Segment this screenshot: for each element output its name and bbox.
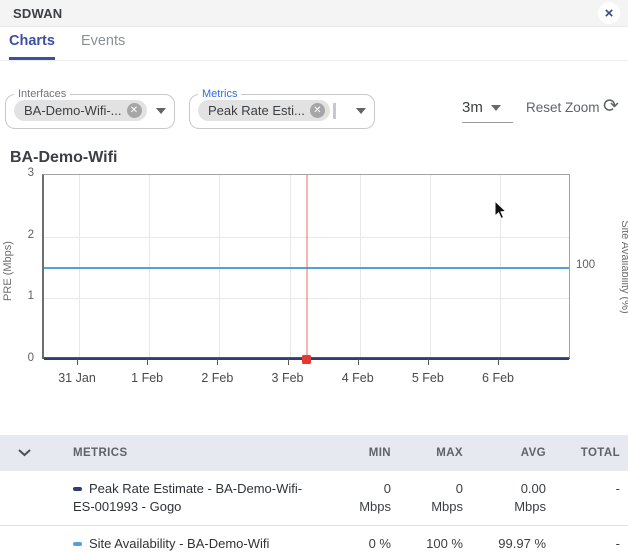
- chart-region: PRE (Mbps) 0123 31 Jan1 Feb2 Feb3 Feb4 F…: [0, 169, 628, 394]
- table-body: Peak Rate Estimate - BA-Demo-Wifi-ES-001…: [0, 471, 628, 552]
- chip-remove-icon[interactable]: ✕: [310, 103, 325, 118]
- right-axis-ticks: 100: [574, 174, 604, 359]
- chip-remove-icon[interactable]: ✕: [127, 103, 142, 118]
- table-header-row: METRICS MIN MAX AVG TOTAL: [0, 435, 628, 471]
- reset-zoom-button[interactable]: Reset Zoom: [526, 100, 600, 115]
- min-value: 0 Mbps: [329, 471, 399, 525]
- metric-name: Peak Rate Estimate - BA-Demo-Wifi-ES-001…: [73, 481, 302, 514]
- tab-bar: Charts Events: [0, 27, 628, 61]
- x-axis-tick-label: 5 Feb: [398, 371, 458, 385]
- x-tickmark: [498, 359, 499, 365]
- avg-value: 99.97 %: [471, 526, 554, 552]
- metrics-label: Metrics: [198, 91, 241, 97]
- close-icon[interactable]: ×: [598, 2, 620, 24]
- col-header-min: MIN: [329, 447, 399, 459]
- time-range-select[interactable]: 3m: [462, 99, 513, 123]
- right-axis-label: Site Availability (%): [619, 212, 628, 322]
- x-tickmark: [428, 359, 429, 365]
- left-axis-tick-label: 1: [28, 290, 34, 302]
- filter-toolbar: Interfaces BA-Demo-Wifi-... ✕ Metrics Pe…: [0, 91, 628, 137]
- window-title: SDWAN: [13, 6, 62, 21]
- metric-name-cell: Site Availability - BA-Demo-Wifi: [48, 526, 329, 552]
- col-header-metrics: METRICS: [48, 447, 329, 459]
- total-value: -: [554, 471, 628, 507]
- tab-events[interactable]: Events: [81, 33, 125, 60]
- x-axis-labels: 31 Jan 1 Feb 2 Feb 3 Feb 4 Feb 5 Feb 6 Feb: [42, 371, 570, 387]
- x-axis-tick-label: 6 Feb: [468, 371, 528, 385]
- metrics-table: METRICS MIN MAX AVG TOTAL Peak Rate Esti…: [0, 435, 628, 552]
- col-header-total: TOTAL: [554, 447, 628, 459]
- series-legend-marker: [73, 542, 82, 546]
- refresh-icon[interactable]: ⟳: [599, 95, 623, 119]
- metrics-select[interactable]: Metrics Peak Rate Esti... ✕: [189, 91, 375, 129]
- right-axis-tick-label: 100: [576, 259, 595, 271]
- mouse-cursor: [494, 201, 508, 221]
- interfaces-label: Interfaces: [14, 91, 70, 97]
- metric-name: Site Availability - BA-Demo-Wifi: [89, 536, 269, 551]
- max-value: 0 Mbps: [399, 471, 471, 525]
- time-range-value: 3m: [462, 99, 483, 116]
- x-axis-tick-label: 4 Feb: [328, 371, 388, 385]
- chevron-down-icon: [491, 105, 501, 111]
- col-header-avg: AVG: [471, 447, 554, 459]
- selection-crosshair: [306, 175, 308, 357]
- interfaces-chip[interactable]: BA-Demo-Wifi-... ✕: [14, 100, 147, 121]
- x-tickmark: [147, 359, 148, 365]
- x-tickmark: [288, 359, 289, 365]
- x-axis-tick-label: 1 Feb: [117, 371, 177, 385]
- interfaces-select[interactable]: Interfaces BA-Demo-Wifi-... ✕: [5, 91, 175, 129]
- x-axis-tick-label: 31 Jan: [47, 371, 107, 385]
- left-axis-tick-label: 0: [28, 352, 34, 364]
- metrics-chip-label: Peak Rate Esti...: [208, 103, 305, 118]
- series-legend-marker: [73, 487, 82, 491]
- x-axis-tick-label: 3 Feb: [258, 371, 318, 385]
- metrics-chip[interactable]: Peak Rate Esti... ✕: [198, 100, 330, 121]
- x-tickmark: [217, 359, 218, 365]
- chevron-down-icon[interactable]: [356, 108, 366, 114]
- table-row[interactable]: Site Availability - BA-Demo-Wifi 0 %100 %…: [0, 526, 628, 552]
- left-axis-tick-label: 3: [28, 167, 34, 179]
- x-axis-tick-label: 2 Feb: [187, 371, 247, 385]
- avg-value: 0.00 Mbps: [471, 471, 554, 525]
- left-axis-ticks: 0123: [0, 174, 38, 359]
- tab-charts[interactable]: Charts: [9, 33, 55, 60]
- chevron-down-icon[interactable]: [156, 108, 166, 114]
- x-tickmark: [77, 359, 78, 365]
- chart-plot[interactable]: [42, 174, 570, 359]
- col-header-max: MAX: [399, 447, 471, 459]
- collapse-chevron-icon[interactable]: [0, 435, 48, 471]
- window-titlebar: SDWAN ×: [0, 0, 628, 27]
- interfaces-chip-label: BA-Demo-Wifi-...: [24, 103, 122, 118]
- left-axis-tick-label: 2: [28, 229, 34, 241]
- x-tickmark: [358, 359, 359, 365]
- max-value: 100 %: [399, 526, 471, 552]
- total-value: -: [554, 526, 628, 552]
- text-cursor: [333, 103, 336, 119]
- row-spacer-cell: [0, 471, 48, 489]
- metric-name-cell: Peak Rate Estimate - BA-Demo-Wifi-ES-001…: [48, 471, 329, 525]
- row-spacer-cell: [0, 526, 48, 544]
- min-value: 0 %: [329, 526, 399, 552]
- table-row[interactable]: Peak Rate Estimate - BA-Demo-Wifi-ES-001…: [0, 471, 628, 526]
- chart-title: BA-Demo-Wifi: [10, 149, 628, 169]
- x-axis-tickmarks: [42, 359, 570, 365]
